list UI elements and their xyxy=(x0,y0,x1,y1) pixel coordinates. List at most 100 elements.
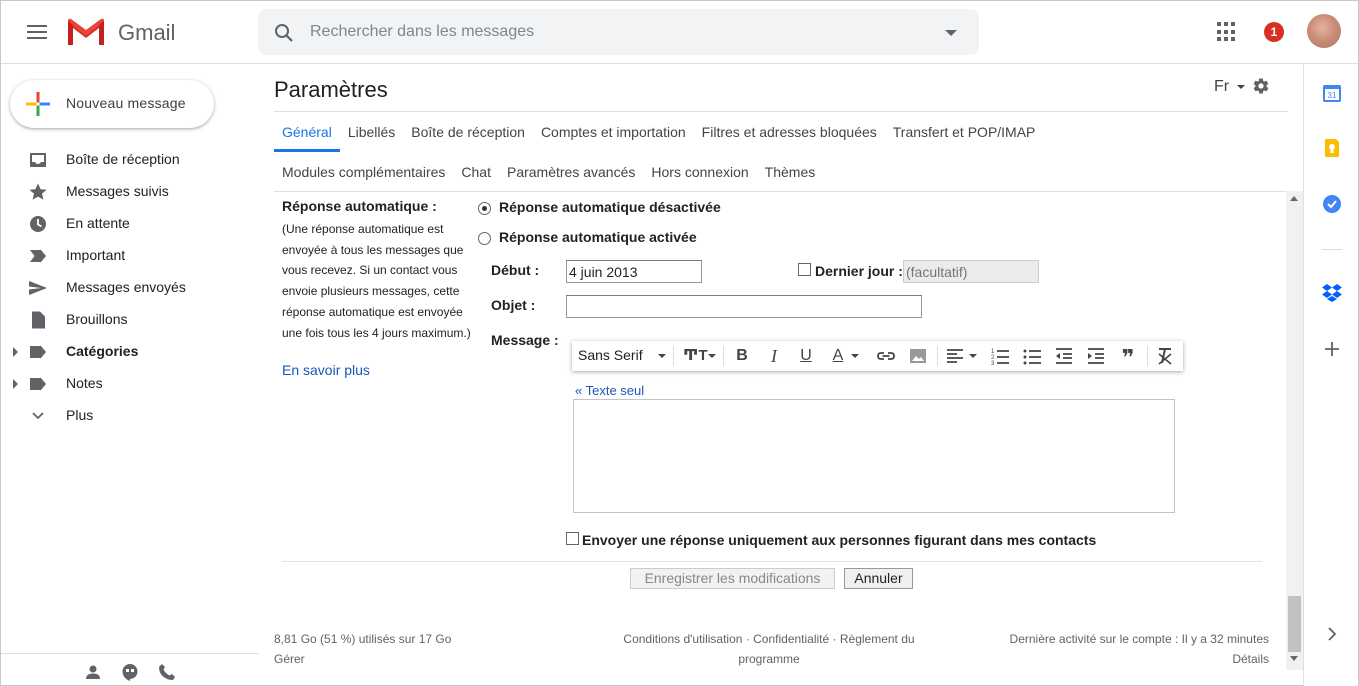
scrollbar-thumb[interactable] xyxy=(1288,596,1301,652)
caret-down-icon[interactable] xyxy=(658,354,666,358)
search-input[interactable] xyxy=(310,20,910,44)
subject-input[interactable] xyxy=(566,295,922,318)
program-policies-link[interactable]: Règlement du xyxy=(840,632,915,646)
last-day-checkbox[interactable] xyxy=(798,263,811,276)
tab-offline[interactable]: Hors connexion xyxy=(643,152,756,192)
caret-down-icon[interactable] xyxy=(1237,85,1245,89)
chevron-right-icon[interactable] xyxy=(1322,624,1342,644)
details-link[interactable]: Détails xyxy=(1232,652,1269,666)
terms-link[interactable]: Conditions d'utilisation xyxy=(623,632,742,646)
tab-general[interactable]: Général xyxy=(274,112,340,152)
start-date-input[interactable] xyxy=(566,260,702,283)
save-button[interactable]: Enregistrer les modifications xyxy=(630,568,835,589)
autoreply-off-label[interactable]: Réponse automatique désactivée xyxy=(499,199,721,215)
sidebar-item-drafts[interactable]: Brouillons xyxy=(1,304,259,336)
align-icon[interactable] xyxy=(945,346,965,366)
page-title: Paramètres xyxy=(274,77,388,102)
main-menu-button[interactable] xyxy=(23,21,51,45)
italic-icon[interactable]: I xyxy=(765,346,783,366)
settings-tabs-row-1: Général Libellés Boîte de réception Comp… xyxy=(274,112,1043,152)
tab-filters[interactable]: Filtres et adresses bloquées xyxy=(694,112,885,152)
toolbar-separator xyxy=(1147,346,1148,366)
search-options-icon[interactable] xyxy=(945,30,957,36)
plain-text-link[interactable]: « Texte seul xyxy=(575,383,644,398)
autoreply-on-radio[interactable] xyxy=(478,232,491,245)
program-policies-link-cont[interactable]: programme xyxy=(738,652,799,666)
learn-more-link[interactable]: En savoir plus xyxy=(282,362,370,378)
language-selector[interactable]: Fr xyxy=(1214,78,1229,96)
gmail-logo-icon[interactable] xyxy=(66,17,106,47)
sidebar-item-notes[interactable]: Notes xyxy=(1,368,259,400)
privacy-link[interactable]: Confidentialité xyxy=(753,632,829,646)
sidebar-item-label: Messages envoyés xyxy=(66,279,186,295)
tab-inbox[interactable]: Boîte de réception xyxy=(403,112,533,152)
tab-themes[interactable]: Thèmes xyxy=(757,152,824,192)
underline-icon[interactable]: U xyxy=(797,346,815,366)
calendar-day: 31 xyxy=(1328,91,1337,100)
divider xyxy=(274,191,1288,192)
caret-down-icon[interactable] xyxy=(969,354,977,358)
tasks-icon[interactable] xyxy=(1322,194,1342,214)
contacts-only-checkbox[interactable] xyxy=(566,532,579,545)
tab-addons[interactable]: Modules complémentaires xyxy=(274,152,453,192)
scroll-down-icon[interactable] xyxy=(1290,656,1298,661)
keep-icon[interactable] xyxy=(1322,138,1342,158)
link-icon[interactable] xyxy=(876,346,896,366)
sidebar-item-more[interactable]: Plus xyxy=(1,400,259,432)
indent-less-icon[interactable] xyxy=(1054,346,1074,366)
caret-down-icon[interactable] xyxy=(851,354,859,358)
dropbox-icon[interactable] xyxy=(1322,282,1342,302)
hangouts-bar xyxy=(1,653,259,686)
avatar[interactable] xyxy=(1307,14,1341,48)
numbered-list-icon[interactable]: 123 xyxy=(990,346,1010,366)
font-size-icon[interactable]: ͲT xyxy=(683,346,708,366)
contacts-only-label[interactable]: Envoyer une réponse uniquement aux perso… xyxy=(582,532,1096,548)
notification-badge[interactable]: 1 xyxy=(1264,22,1284,42)
tab-labels[interactable]: Libellés xyxy=(340,112,403,152)
sidebar-item-starred[interactable]: Messages suivis xyxy=(1,176,259,208)
sidebar-item-inbox[interactable]: Boîte de réception xyxy=(1,144,259,176)
search-bar xyxy=(258,9,979,55)
gear-icon[interactable] xyxy=(1252,77,1270,95)
manage-storage-link[interactable]: Gérer xyxy=(274,652,305,666)
sidebar-item-snoozed[interactable]: En attente xyxy=(1,208,259,240)
scroll-up-icon[interactable] xyxy=(1290,196,1298,201)
quote-icon[interactable]: ❞ xyxy=(1118,346,1138,370)
add-addon-icon[interactable] xyxy=(1322,339,1342,359)
caret-down-icon[interactable] xyxy=(708,354,716,358)
image-icon[interactable] xyxy=(908,346,928,366)
hangouts-icon[interactable] xyxy=(121,663,139,681)
phone-icon[interactable] xyxy=(158,663,176,681)
calendar-icon[interactable]: 31 xyxy=(1322,83,1342,103)
last-day-label[interactable]: Dernier jour : xyxy=(815,263,903,279)
person-icon[interactable] xyxy=(84,663,102,681)
scrollbar[interactable] xyxy=(1286,191,1303,670)
sidebar-item-sent[interactable]: Messages envoyés xyxy=(1,272,259,304)
compose-button[interactable]: Nouveau message xyxy=(10,80,214,128)
compose-label: Nouveau message xyxy=(66,95,186,111)
send-icon xyxy=(29,281,47,295)
autoreply-on-label[interactable]: Réponse automatique activée xyxy=(499,229,697,245)
indent-more-icon[interactable] xyxy=(1086,346,1106,366)
expand-arrow-icon[interactable] xyxy=(13,379,18,389)
bold-icon[interactable]: B xyxy=(733,346,751,366)
cancel-button[interactable]: Annuler xyxy=(844,568,913,589)
expand-arrow-icon[interactable] xyxy=(13,347,18,357)
apps-grid-icon[interactable] xyxy=(1217,22,1237,42)
tab-chat[interactable]: Chat xyxy=(453,152,499,192)
font-family-select[interactable]: Sans Serif xyxy=(578,347,643,363)
search-icon[interactable] xyxy=(272,21,296,45)
text-color-icon[interactable]: A xyxy=(829,346,847,366)
tab-accounts[interactable]: Comptes et importation xyxy=(533,112,694,152)
important-icon xyxy=(30,250,46,262)
tab-advanced[interactable]: Paramètres avancés xyxy=(499,152,643,192)
tab-forwarding[interactable]: Transfert et POP/IMAP xyxy=(885,112,1044,152)
sidebar-item-categories[interactable]: Catégories xyxy=(1,336,259,368)
draft-icon xyxy=(32,311,45,329)
sidebar-item-important[interactable]: Important xyxy=(1,240,259,272)
bulleted-list-icon[interactable] xyxy=(1022,346,1042,366)
menu-line xyxy=(27,25,47,27)
autoreply-off-radio[interactable] xyxy=(478,202,491,215)
message-editor[interactable] xyxy=(573,399,1175,513)
remove-formatting-icon[interactable] xyxy=(1155,346,1175,366)
